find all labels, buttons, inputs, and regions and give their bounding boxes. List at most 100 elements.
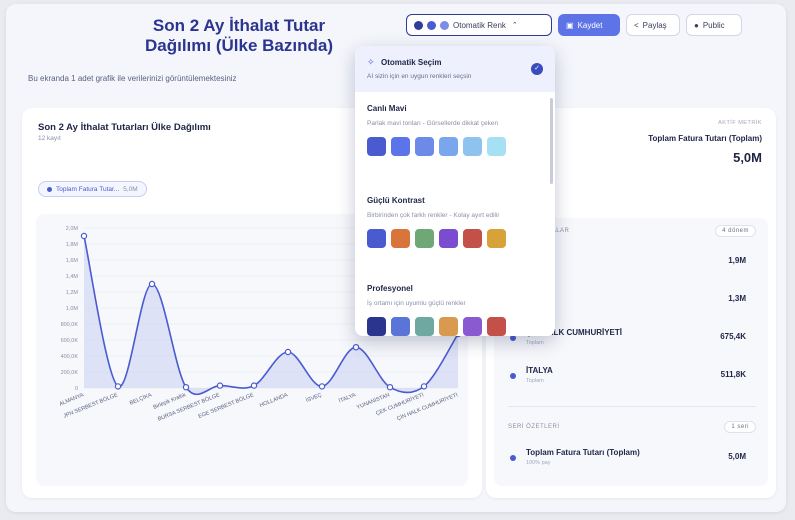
divider [508,406,756,407]
x-tick-label: EGE SERBEST BÖLGE [197,391,255,420]
color-swatch [439,317,458,336]
data-point [352,343,360,351]
y-tick-label: 1,6M [66,258,79,264]
data-point [182,383,190,391]
color-swatch [415,229,434,248]
color-dot [427,20,436,30]
metric-value: 5,0M [733,150,762,165]
auto-option-name: Otomatik Seçim [381,58,442,67]
auto-color-option[interactable]: ✧ Otomatik Seçim AI sizin için en uygun … [355,46,555,92]
color-swatch [487,229,506,248]
palette-name: Profesyonel [367,284,413,293]
color-swatch [487,317,506,336]
color-swatch [367,317,386,336]
sparkle-icon: ✧ [367,57,375,67]
x-tick-label: BURSA SERBEST BÖLGE [157,391,221,422]
legend-dot [47,186,52,192]
series-name: Toplam Fatura Tutarı (Toplam) [526,448,640,457]
dashboard-page: Son 2 Ay İthalat Tutar Dağılımı (Ülke Ba… [6,4,786,512]
chart-title: Son 2 Ay İthalat Tutarları Ülke Dağılımı [38,122,211,133]
color-swatch [367,229,386,248]
palette-option[interactable]: Profesyonel İş ortamı için uyumlu güçlü … [367,284,545,336]
color-picker-label: Otomatik Renk [453,20,506,30]
color-palette-dropdown: ✧ Otomatik Seçim AI sizin için en uygun … [355,46,555,336]
legend-chip[interactable]: Toplam Fatura Tutar... 5,0M [38,181,147,197]
series-summary-header: SERİ ÖZETLERİ 1 seri [508,421,756,433]
color-swatch [487,137,506,156]
page-subtitle: Bu ekranda 1 adet grafik ile verileriniz… [28,74,237,83]
x-tick-label: ÇİN HALK CUMHURİYETİ [396,391,459,422]
x-tick-label: İSVEÇ [305,391,323,404]
dropdown-scrollbar[interactable] [550,98,553,184]
legend-value: 5,0M [123,185,138,193]
palette-name: Canlı Mavi [367,104,407,113]
color-swatch [415,317,434,336]
y-tick-label: 600,0K [61,338,79,344]
data-point [216,382,224,389]
auto-option-desc: AI sizin için en uygun renkleri seçsin [367,73,472,80]
check-icon: ✓ [531,63,543,75]
save-label: Kaydet [577,20,603,30]
globe-icon: ● [694,20,699,30]
series-count-badge: 1 seri [724,421,756,433]
page-title: Son 2 Ay İthalat Tutar Dağılımı (Ülke Ba… [145,16,333,55]
legend-label: Toplam Fatura Tutar... [56,185,120,193]
data-point [148,280,156,288]
data-point [318,383,326,390]
series-summary-item[interactable]: Toplam Fatura Tutarı (Toplam) 100% pay 5… [504,442,756,472]
save-icon: ▣ [566,20,574,30]
series-summary-label: SERİ ÖZETLERİ [508,424,560,430]
palette-option[interactable]: Güçlü Kontrast Birbirinden çok farklı re… [367,196,545,248]
toolbar: Otomatik Renk ⌃ ▣ Kaydet < Paylaş ● Publ… [406,14,742,36]
data-point [114,383,122,390]
series-value: 5,0M [728,452,746,461]
period-badge: 4 dönem [715,225,756,237]
color-swatch [415,137,434,156]
x-tick-label: BELÇİKA [129,391,153,406]
save-button[interactable]: ▣ Kaydet [558,14,620,36]
y-tick-label: 1,2M [66,290,79,296]
list-item-sub: Toplam [526,340,544,346]
color-swatch [439,229,458,248]
palette-desc: Birbirinden çok farklı renkler - Kolay a… [367,212,500,219]
share-icon: < [634,20,639,30]
metric-name: Toplam Fatura Tutarı (Toplam) [648,134,762,143]
color-swatch [391,229,410,248]
y-tick-label: 0 [75,386,78,392]
color-swatch [391,137,410,156]
record-count: 12 kayıt [38,135,61,142]
palette-desc: İş ortamı için uyumlu güçlü renkler [367,300,466,307]
list-item-value: 511,8K [720,370,746,379]
palette-option[interactable]: Canlı Mavi Parlak mavi tonları - Görsell… [367,104,545,156]
color-swatch [463,137,482,156]
color-dot [414,20,423,30]
share-button[interactable]: < Paylaş [626,14,680,36]
x-tick-label: ALMANYA [58,392,85,407]
palette-swatches [367,137,545,156]
x-tick-label: HOLLANDA [259,392,289,409]
public-label: Public [702,20,725,30]
list-item-value: 1,9M [728,256,746,265]
x-tick-label: İTALYA [338,391,357,404]
color-dot [440,20,449,30]
color-swatch [463,229,482,248]
public-button[interactable]: ● Public [686,14,742,36]
data-point [80,232,88,240]
color-picker-button[interactable]: Otomatik Renk ⌃ [406,14,552,36]
y-tick-label: 1,8M [66,242,79,248]
series-bullet [510,455,516,461]
palette-swatches [367,229,545,248]
color-swatch [439,137,458,156]
data-point [386,383,394,391]
list-item[interactable]: İTALYA Toplam 511,8K [504,360,756,390]
data-point [250,382,258,389]
y-tick-label: 400,0K [61,354,79,360]
data-point [420,383,428,390]
y-tick-label: 200,0K [61,370,79,376]
palette-name: Güçlü Kontrast [367,196,425,205]
list-item-sub: Toplam [526,378,544,384]
share-label: Paylaş [642,20,667,30]
color-swatch [391,317,410,336]
data-point [284,348,292,356]
list-item-name: İTALYA [526,366,553,375]
